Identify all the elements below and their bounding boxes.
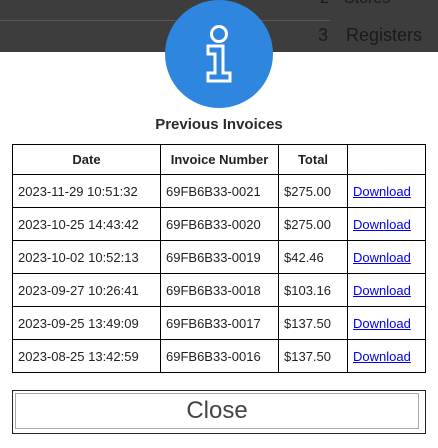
download-link[interactable]: Download	[353, 316, 411, 331]
download-link[interactable]: Download	[353, 283, 411, 298]
close-button-frame: Close	[12, 390, 426, 434]
cell-date: 2023-10-02 10:52:13	[12, 240, 161, 274]
background-label-top: Stores	[344, 0, 390, 8]
cell-total: $42.46	[278, 240, 348, 274]
table-row: 2023-09-27 10:26:41 69FB6B33-0018 $103.16 D…	[12, 273, 426, 307]
column-header-actions	[347, 144, 426, 175]
cell-date: 2023-09-25 13:49:09	[12, 306, 161, 340]
cell-download: Download	[347, 174, 426, 208]
background-number: 3	[318, 25, 329, 45]
table-row: 2023-10-25 14:43:42 69FB6B33-0020 $275.00 D…	[12, 207, 426, 241]
cell-total: $137.50	[278, 306, 348, 340]
cell-download: Download	[347, 240, 426, 274]
cell-date: 2023-10-25 14:43:42	[12, 207, 161, 241]
download-link[interactable]: Download	[353, 217, 411, 232]
divider	[0, 20, 330, 21]
info-icon	[165, 0, 273, 108]
modal-title: Previous Invoices	[155, 116, 283, 133]
download-link[interactable]: Download	[353, 250, 411, 265]
cell-invoice-number: 69FB6B33-0019	[160, 240, 279, 274]
cell-total: $275.00	[278, 207, 348, 241]
table-row: 2023-11-29 10:51:32 69FB6B33-0021 $275.00 D…	[12, 174, 426, 208]
table-row: 2023-10-02 10:52:13 69FB6B33-0019 $42.46 Do…	[12, 240, 426, 274]
cell-invoice-number: 69FB6B33-0021	[160, 174, 279, 208]
download-link[interactable]: Download	[353, 349, 411, 364]
cell-download: Download	[347, 273, 426, 307]
cell-invoice-number: 69FB6B33-0016	[160, 339, 279, 373]
cell-download: Download	[347, 207, 426, 241]
cell-total: $103.16	[278, 273, 348, 307]
cell-date: 2023-09-27 10:26:41	[12, 273, 161, 307]
cell-date: 2023-11-29 10:51:32	[12, 174, 161, 208]
download-link[interactable]: Download	[353, 184, 411, 199]
cell-download: Download	[347, 306, 426, 340]
cell-invoice-number: 69FB6B33-0017	[160, 306, 279, 340]
column-header-date: Date	[12, 144, 161, 175]
table-row: 2023-09-25 13:49:09 69FB6B33-0017 $137.50 D…	[12, 306, 426, 340]
cell-invoice-number: 69FB6B33-0020	[160, 207, 279, 241]
cell-total: $137.50	[278, 339, 348, 373]
background-number-top: 2	[320, 0, 329, 8]
invoices-table: Date Invoice Number Total 2023-11-29 10:…	[12, 144, 426, 373]
cell-total: $275.00	[278, 174, 348, 208]
table-row: 2023-08-25 13:42:59 69FB6B33-0016 $137.50 D…	[12, 339, 426, 373]
background-label: Registers	[346, 25, 423, 45]
cell-date: 2023-08-25 13:42:59	[12, 339, 161, 373]
cell-download: Download	[347, 339, 426, 373]
column-header-total: Total	[278, 144, 348, 175]
cell-invoice-number: 69FB6B33-0018	[160, 273, 279, 307]
column-header-invoice-number: Invoice Number	[160, 144, 279, 175]
table-header-row: Date Invoice Number Total	[12, 144, 426, 175]
info-glyph	[206, 25, 232, 83]
close-button[interactable]: Close	[15, 393, 419, 429]
